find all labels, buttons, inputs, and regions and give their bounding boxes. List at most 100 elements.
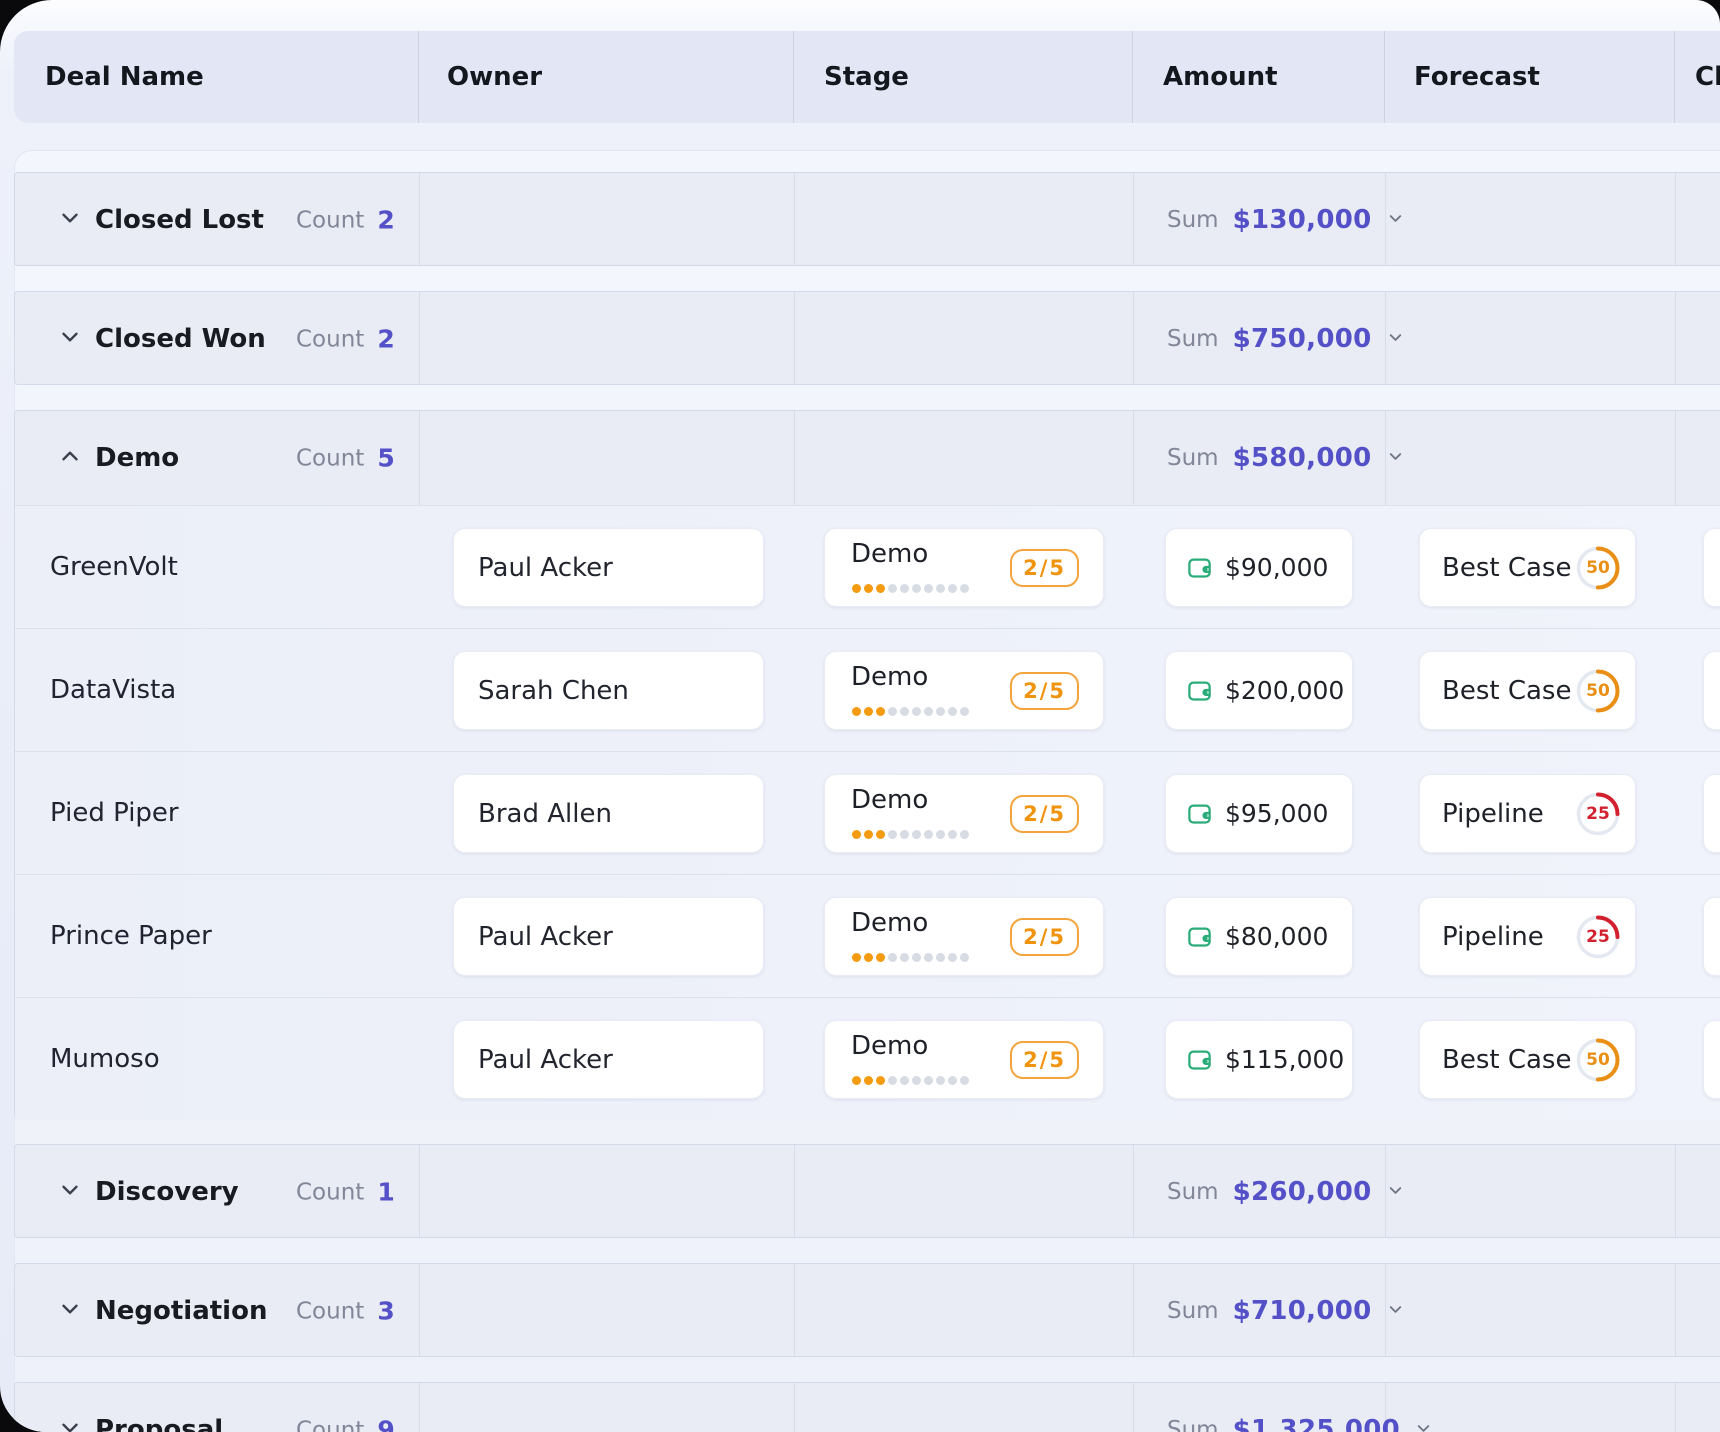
- chevron-down-icon[interactable]: [57, 1296, 83, 1326]
- progress-dot: [864, 830, 873, 839]
- deal-name-cell[interactable]: Prince Paper: [50, 921, 212, 951]
- progress-dot: [936, 830, 945, 839]
- owner-cell[interactable]: Brad Allen: [453, 774, 764, 853]
- progress-dot: [948, 830, 957, 839]
- group-sum-dropdown[interactable]: Sum$1,325,000: [1167, 1415, 1433, 1432]
- progress-dot: [852, 584, 861, 593]
- wallet-icon: [1186, 1046, 1213, 1073]
- forecast-cell[interactable]: Pipeline 25: [1419, 774, 1636, 853]
- chevron-down-icon: [1386, 1181, 1405, 1204]
- chevron-down-icon[interactable]: [57, 1415, 83, 1432]
- stage-cell[interactable]: Demo2/5: [824, 651, 1104, 730]
- stage-cell[interactable]: Demo2/5: [824, 774, 1104, 853]
- progress-dot: [852, 953, 861, 962]
- header-column-divider: [1674, 31, 1675, 123]
- wallet-icon: [1186, 923, 1213, 950]
- forecast-label: Pipeline: [1442, 922, 1544, 952]
- group-sum-dropdown[interactable]: Sum$260,000: [1167, 1177, 1405, 1207]
- next-column-cell[interactable]: [1703, 528, 1720, 607]
- chevron-down-icon: [1414, 1419, 1433, 1432]
- progress-dot: [852, 830, 861, 839]
- group-count: Count3: [296, 1297, 395, 1326]
- forecast-progress-ring: 50: [1575, 545, 1621, 591]
- progress-dot: [948, 707, 957, 716]
- group-section-closed-won: Closed WonCount2Sum$750,000: [14, 291, 1720, 385]
- owner-cell[interactable]: Paul Acker: [453, 897, 764, 976]
- count-value: 1: [377, 1178, 394, 1207]
- progress-dot: [936, 1076, 945, 1085]
- forecast-cell[interactable]: Best Case 50: [1419, 651, 1636, 730]
- group-count: Count2: [296, 325, 395, 354]
- forecast-cell[interactable]: Best Case 50: [1419, 1020, 1636, 1099]
- stage-progress-dots: [852, 1076, 969, 1085]
- chevron-up-icon[interactable]: [57, 443, 83, 473]
- forecast-cell[interactable]: Best Case 50: [1419, 528, 1636, 607]
- stage-cell[interactable]: Demo2/5: [824, 528, 1104, 607]
- progress-dot: [876, 1076, 885, 1085]
- group-row[interactable]: NegotiationCount3Sum$710,000: [15, 1264, 1720, 1358]
- progress-dot: [924, 830, 933, 839]
- progress-dot: [888, 584, 897, 593]
- group-sum-dropdown[interactable]: Sum$750,000: [1167, 324, 1405, 354]
- progress-dot: [876, 707, 885, 716]
- count-value: 2: [377, 325, 394, 354]
- stage-step-badge: 2/5: [1010, 672, 1079, 710]
- group-name: Proposal: [95, 1415, 223, 1432]
- group-row[interactable]: DiscoveryCount1Sum$260,000: [15, 1145, 1720, 1239]
- sum-label: Sum: [1167, 207, 1219, 233]
- progress-dot: [888, 830, 897, 839]
- progress-dot: [852, 1076, 861, 1085]
- progress-dot: [852, 707, 861, 716]
- deal-name-cell[interactable]: GreenVolt: [50, 552, 178, 582]
- deal-name-cell[interactable]: DataVista: [50, 675, 176, 705]
- column-header-owner[interactable]: Owner: [447, 31, 542, 123]
- group-name: Demo: [95, 443, 179, 473]
- progress-dot: [900, 707, 909, 716]
- forecast-cell[interactable]: Pipeline 25: [1419, 897, 1636, 976]
- column-header-forecast[interactable]: Forecast: [1414, 31, 1540, 123]
- progress-dot: [936, 707, 945, 716]
- count-value: 9: [377, 1416, 394, 1432]
- group-row[interactable]: Closed WonCount2Sum$750,000: [15, 292, 1720, 386]
- group-sum-dropdown[interactable]: Sum$710,000: [1167, 1296, 1405, 1326]
- chevron-down-icon[interactable]: [57, 205, 83, 235]
- amount-cell[interactable]: $80,000: [1165, 897, 1353, 976]
- group-sum-dropdown[interactable]: Sum$130,000: [1167, 205, 1405, 235]
- amount-value: $80,000: [1225, 922, 1328, 951]
- next-column-cell[interactable]: [1703, 1020, 1720, 1099]
- column-header-stage[interactable]: Stage: [824, 31, 909, 123]
- owner-cell[interactable]: Paul Acker: [453, 1020, 764, 1099]
- stage-cell[interactable]: Demo2/5: [824, 897, 1104, 976]
- amount-cell[interactable]: $95,000: [1165, 774, 1353, 853]
- forecast-value: 50: [1575, 668, 1621, 714]
- group-sum-dropdown[interactable]: Sum$580,000: [1167, 443, 1405, 473]
- progress-dot: [960, 953, 969, 962]
- amount-cell[interactable]: $90,000: [1165, 528, 1353, 607]
- table-row: Prince Paper Paul Acker Demo2/5 $80,000 Pip…: [15, 874, 1720, 997]
- deal-name-cell[interactable]: Pied Piper: [50, 798, 179, 828]
- group-row[interactable]: ProposalCount9Sum$1,325,000: [15, 1383, 1720, 1432]
- group-row[interactable]: DemoCount5Sum$580,000: [15, 411, 1720, 505]
- column-header-amount[interactable]: Amount: [1163, 31, 1278, 123]
- next-column-cell[interactable]: [1703, 651, 1720, 730]
- next-column-cell[interactable]: [1703, 897, 1720, 976]
- sum-value: $710,000: [1233, 1296, 1372, 1326]
- progress-dot: [912, 707, 921, 716]
- column-header-cl[interactable]: Cl: [1695, 31, 1720, 123]
- owner-cell[interactable]: Sarah Chen: [453, 651, 764, 730]
- amount-cell[interactable]: $200,000: [1165, 651, 1353, 730]
- forecast-progress-ring: 25: [1575, 791, 1621, 837]
- stage-cell[interactable]: Demo2/5: [824, 1020, 1104, 1099]
- column-header-deal-name[interactable]: Deal Name: [45, 31, 204, 123]
- chevron-down-icon[interactable]: [57, 1177, 83, 1207]
- count-label: Count: [296, 445, 364, 471]
- count-value: 3: [377, 1297, 394, 1326]
- owner-cell[interactable]: Paul Acker: [453, 528, 764, 607]
- next-column-cell[interactable]: [1703, 774, 1720, 853]
- chevron-down-icon[interactable]: [57, 324, 83, 354]
- deal-name-cell[interactable]: Mumoso: [50, 1044, 160, 1074]
- group-section-proposal: ProposalCount9Sum$1,325,000: [14, 1382, 1720, 1432]
- amount-cell[interactable]: $115,000: [1165, 1020, 1353, 1099]
- group-row[interactable]: Closed LostCount2Sum$130,000: [15, 173, 1720, 267]
- forecast-label: Best Case: [1442, 1045, 1571, 1075]
